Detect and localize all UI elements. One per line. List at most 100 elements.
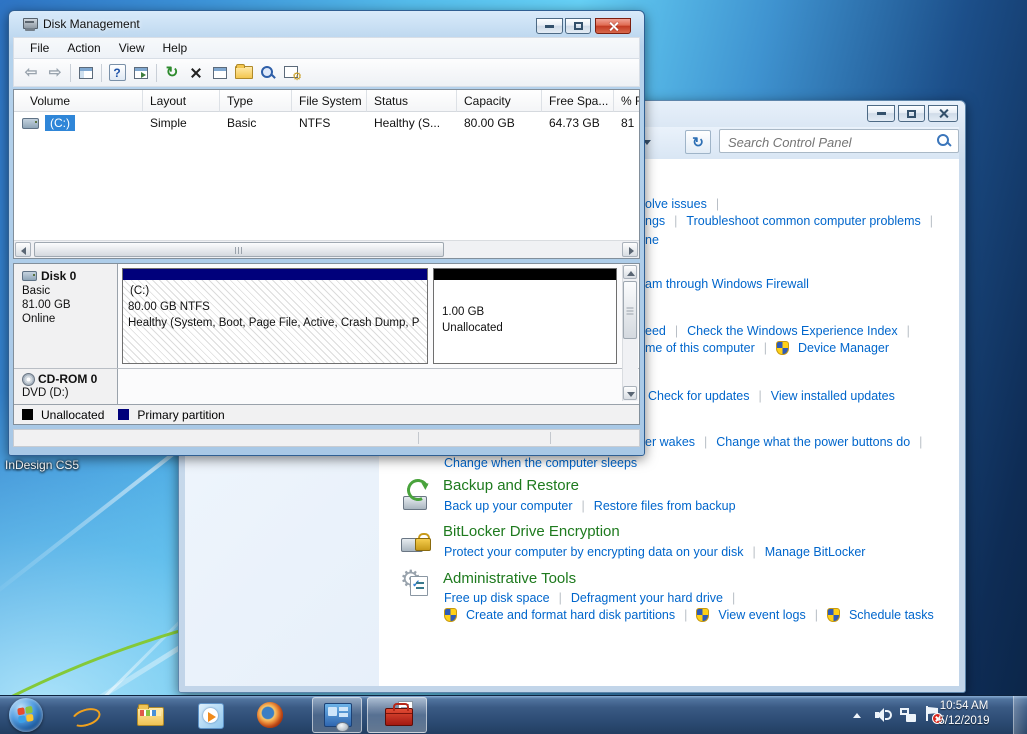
disk0-name: Disk 0 <box>41 269 76 283</box>
scrollbar-thumb[interactable] <box>623 281 637 339</box>
link-fragment[interactable]: ngs <box>645 214 665 228</box>
link-troubleshoot-problems[interactable]: Troubleshoot common computer problems <box>686 214 920 228</box>
horizontal-scrollbar[interactable] <box>14 240 639 258</box>
menu-help[interactable]: Help <box>155 39 196 57</box>
column-header-capacity[interactable]: Capacity <box>457 90 542 112</box>
cp-maximize-button[interactable] <box>898 105 925 122</box>
show-console-tree-button[interactable] <box>77 64 95 82</box>
cp-close-button[interactable] <box>928 105 958 122</box>
cp-minimize-button[interactable] <box>867 105 895 122</box>
separator: | <box>764 341 767 355</box>
forward-button[interactable]: ⇨ <box>46 64 64 82</box>
link-check-experience-index[interactable]: Check the Windows Experience Index <box>687 324 898 338</box>
column-header-status[interactable]: Status <box>367 90 457 112</box>
link-check-for-updates[interactable]: Check for updates <box>648 389 749 403</box>
cp-refresh-button[interactable] <box>685 130 711 154</box>
taskbar-internet-explorer-icon[interactable] <box>71 701 99 729</box>
uac-shield-icon <box>827 608 840 622</box>
link-allow-program-firewall[interactable]: am through Windows Firewall <box>645 277 809 291</box>
network-icon[interactable] <box>900 708 917 723</box>
link-fragment[interactable]: eed <box>645 324 666 338</box>
back-button[interactable]: ⇦ <box>22 64 40 82</box>
link-fragment[interactable]: ne <box>645 233 659 247</box>
start-button[interactable] <box>9 698 43 732</box>
link-fragment[interactable]: er wakes <box>645 435 695 449</box>
link-change-power-buttons[interactable]: Change what the power buttons do <box>716 435 910 449</box>
dm-close-button[interactable] <box>595 18 631 34</box>
dm-menubar: File Action View Help <box>13 37 640 58</box>
scroll-down-button[interactable] <box>623 386 637 400</box>
link-view-event-logs[interactable]: View event logs <box>718 608 805 622</box>
column-header-volume[interactable]: Volume <box>14 90 143 112</box>
taskbar-explorer-icon[interactable] <box>136 701 164 729</box>
link-fragment[interactable]: me of this computer <box>645 341 755 355</box>
cell-status: Healthy (S... <box>367 114 464 132</box>
dm-maximize-button[interactable] <box>565 18 591 34</box>
delete-button[interactable] <box>187 64 205 82</box>
taskbar-firefox-icon[interactable] <box>256 701 284 729</box>
menu-file[interactable]: File <box>22 39 57 57</box>
taskbar-media-player-icon[interactable] <box>196 701 224 729</box>
properties-button[interactable] <box>211 64 229 82</box>
volume-row-c[interactable]: (C:) <box>14 114 151 132</box>
taskbar-button-control-panel[interactable] <box>312 697 362 733</box>
column-header-free-space[interactable]: Free Spa... <box>542 90 614 112</box>
column-header-layout[interactable]: Layout <box>143 90 220 112</box>
dm-minimize-button[interactable] <box>536 18 563 34</box>
cdrom-label[interactable]: CD-ROM 0 DVD (D:) <box>14 369 118 405</box>
taskbar: 10:54 AM 5/12/2019 <box>0 695 1027 734</box>
column-header-percent-free[interactable]: % F <box>614 90 639 112</box>
link-view-installed-updates[interactable]: View installed updates <box>771 389 895 403</box>
section-title-bitlocker[interactable]: BitLocker Drive Encryption <box>443 523 620 540</box>
column-header-file-system[interactable]: File System <box>292 90 367 112</box>
cell-type: Basic <box>220 114 299 132</box>
separator: | <box>930 214 933 228</box>
link-device-manager[interactable]: Device Manager <box>798 341 889 355</box>
disk0-kind: Basic <box>22 285 117 297</box>
disk0-label[interactable]: Disk 0 Basic 81.00 GB Online <box>14 264 118 368</box>
legend-primary-label: Primary partition <box>137 408 224 422</box>
dm-titlebar[interactable]: Disk Management <box>9 11 644 37</box>
link-manage-bitlocker[interactable]: Manage BitLocker <box>765 545 866 559</box>
column-header-type[interactable]: Type <box>220 90 292 112</box>
desktop-shortcut-indesign[interactable]: InDesign CS5 <box>5 458 79 472</box>
open-button[interactable] <box>235 64 253 82</box>
section-title-admin-tools[interactable]: Administrative Tools <box>443 570 576 587</box>
link-restore-files[interactable]: Restore files from backup <box>594 499 736 513</box>
link-free-up-disk-space[interactable]: Free up disk space <box>444 591 550 605</box>
link-fragment[interactable]: olve issues <box>645 197 707 211</box>
search-icon[interactable] <box>937 134 951 148</box>
show-desktop-button[interactable] <box>1013 696 1027 734</box>
volume-icon[interactable] <box>875 708 891 722</box>
show-hidden-icons-button[interactable] <box>853 713 861 718</box>
partition-c-box[interactable]: (C:) 80.00 GB NTFS Healthy (System, Boot… <box>122 268 428 364</box>
refresh-button[interactable] <box>163 64 181 82</box>
unallocated-box[interactable]: 1.00 GB Unallocated <box>433 268 617 364</box>
find-button[interactable] <box>259 64 277 82</box>
vertical-scrollbar[interactable] <box>622 265 638 401</box>
uac-shield-icon <box>696 608 709 622</box>
link-protect-encrypting[interactable]: Protect your computer by encrypting data… <box>444 545 743 559</box>
link-schedule-tasks[interactable]: Schedule tasks <box>849 608 934 622</box>
scroll-up-button[interactable] <box>623 265 637 279</box>
show-action-pane-button[interactable] <box>132 64 150 82</box>
help-button[interactable] <box>108 64 126 82</box>
link-back-up-computer[interactable]: Back up your computer <box>444 499 573 513</box>
taskbar-button-disk-management[interactable] <box>367 697 427 733</box>
cell-percent-free: 81 <box>614 114 646 132</box>
separator: | <box>732 591 735 605</box>
link-create-format-partitions[interactable]: Create and format hard disk partitions <box>466 608 675 622</box>
scrollbar-thumb[interactable] <box>34 242 444 257</box>
backup-restore-icon <box>401 479 435 511</box>
link-defragment-drive[interactable]: Defragment your hard drive <box>571 591 723 605</box>
link-change-computer-sleeps[interactable]: Change when the computer sleeps <box>444 456 637 470</box>
search-input[interactable] <box>726 132 920 152</box>
volume-name: (C:) <box>45 115 75 131</box>
settings-button[interactable] <box>283 64 301 82</box>
menu-view[interactable]: View <box>111 39 153 57</box>
scroll-left-button[interactable] <box>15 242 31 257</box>
taskbar-clock[interactable]: 10:54 AM 5/12/2019 <box>928 699 1000 729</box>
section-title-backup-restore[interactable]: Backup and Restore <box>443 477 579 494</box>
menu-action[interactable]: Action <box>59 39 108 57</box>
scroll-right-button[interactable] <box>622 242 638 257</box>
